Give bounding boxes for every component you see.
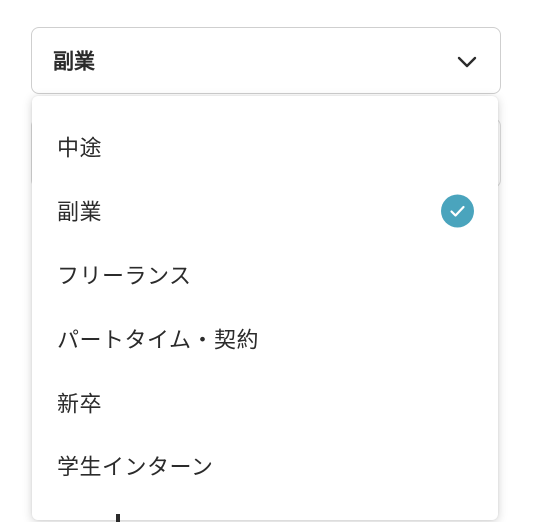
cutoff-text-fragment	[116, 514, 120, 522]
option-label: パートタイム・契約	[57, 328, 260, 354]
option-label: 副業	[57, 200, 103, 226]
dropdown-menu: 中途 副業 フリーランス パートタイム・契約 新卒 学生インターン	[32, 96, 498, 520]
option-parttime[interactable]: パートタイム・契約	[32, 307, 498, 371]
option-label: 中途	[57, 136, 103, 162]
option-chuto[interactable]: 中途	[32, 115, 498, 179]
option-freelance[interactable]: フリーランス	[32, 243, 498, 307]
employment-type-select[interactable]: 副業	[31, 27, 501, 94]
option-fukugyo[interactable]: 副業	[32, 179, 498, 243]
option-label: 学生インターン	[57, 455, 214, 481]
option-label: 新卒	[57, 392, 103, 418]
check-circle-icon	[441, 194, 474, 228]
option-label: フリーランス	[57, 264, 192, 290]
option-intern[interactable]: 学生インターン	[32, 434, 498, 498]
select-value: 副業	[53, 48, 95, 73]
option-shinsotsu[interactable]: 新卒	[32, 371, 498, 435]
screen: 副業 中途 副業 フリーランス パートタイム・契約 新卒 学生インターン	[0, 0, 536, 522]
chevron-down-icon	[456, 54, 478, 68]
